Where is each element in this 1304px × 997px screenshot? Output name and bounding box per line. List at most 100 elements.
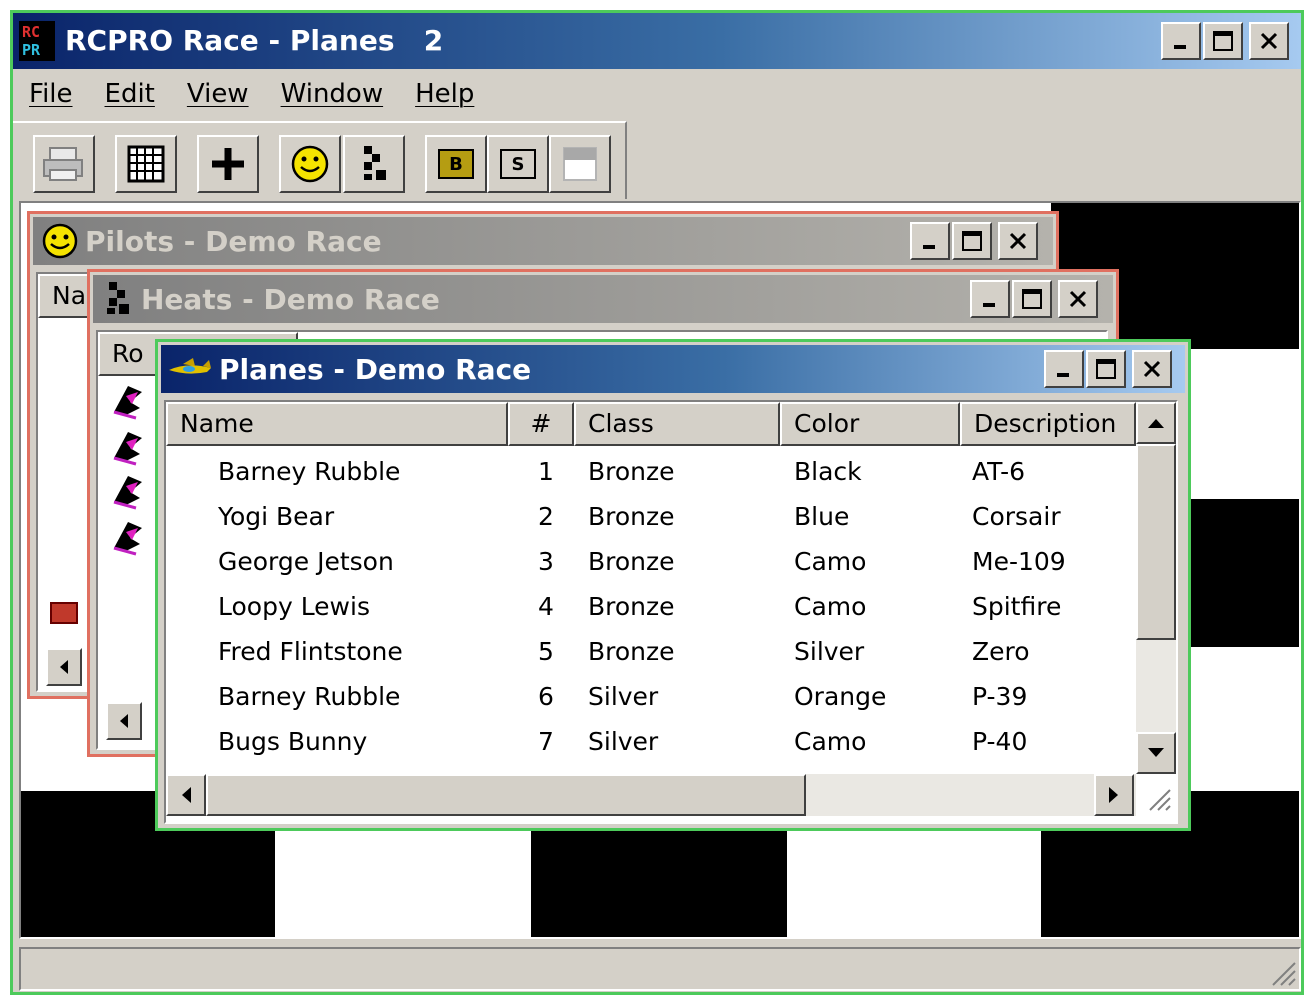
print-icon [43,147,83,181]
table-row[interactable]: Yogi Bear 2 Bronze Blue Corsair [166,497,1132,542]
cell-class: Bronze [588,592,675,621]
pilots-scroll-left-button[interactable] [46,648,82,686]
pilots-maximize-button[interactable] [952,222,992,260]
cell-color: Orange [794,682,887,711]
column-header-class[interactable]: Class [574,402,780,446]
maximize-button[interactable] [1203,22,1243,60]
scroll-up-button[interactable] [1136,402,1176,444]
menu-edit[interactable]: Edit [105,79,155,109]
arrow-down-icon [1148,748,1164,757]
horizontal-scrollbar[interactable] [166,774,1136,816]
column-header-name[interactable]: Name [166,402,508,446]
close-button[interactable] [1249,22,1289,60]
cell-name: Barney Rubble [218,682,401,711]
pilots-button[interactable] [279,135,341,193]
column-header-description[interactable]: Description [960,402,1136,446]
cell-description: Corsair [972,502,1061,531]
main-title-bar[interactable]: RC PR RCPRO Race - Planes 2 [13,13,1301,69]
heats-scroll-left-button[interactable] [106,702,142,740]
planes-list[interactable]: Name # Class Color Description Barney Ru… [164,400,1178,824]
menu-window[interactable]: Window [281,79,384,109]
minimize-icon [1174,45,1186,49]
app-logo-bottom: PR [22,41,41,59]
cell-description: Spitfire [972,592,1062,621]
add-button[interactable] [197,135,259,193]
grid-icon [127,145,165,183]
maximize-icon [1022,289,1042,309]
cell-color: Camo [794,727,867,756]
cell-class: Silver [588,727,659,756]
cell-description: Me-109 [972,547,1066,576]
cell-color: Black [794,457,862,486]
window-icon [563,147,597,181]
cell-color: Camo [794,592,867,621]
cell-number: 5 [538,637,554,666]
menu-view[interactable]: View [187,79,249,109]
planes-title-bar[interactable]: Planes - Demo Race [161,345,1185,393]
pilots-caption-buttons [910,222,1038,260]
grid-button[interactable] [115,135,177,193]
scroll-down-button[interactable] [1136,732,1176,774]
mdi-client-area: Pilots - Demo Race Na Heats - Demo Race [19,201,1301,939]
pilots-minimize-button[interactable] [910,222,950,260]
plane-icon [169,358,211,374]
planes-maximize-button[interactable] [1086,350,1126,388]
s-button[interactable]: S [487,135,549,193]
close-icon [1143,360,1161,378]
heat-flag-icon [113,522,142,556]
planes-window[interactable]: Planes - Demo Race Name # Class Color De… [155,339,1191,831]
menu-bar: File Edit View Window Help [13,71,1301,117]
heats-minimize-button[interactable] [970,280,1010,318]
window-button[interactable] [549,135,611,193]
heats-title-bar[interactable]: Heats - Demo Race [93,275,1113,323]
status-bar [19,947,1301,991]
cell-class: Bronze [588,637,675,666]
cell-name: Fred Flintstone [218,637,403,666]
table-row[interactable]: George Jetson 3 Bronze Camo Me-109 [166,542,1132,587]
menu-help[interactable]: Help [415,79,474,109]
heats-checker-icon [364,146,386,180]
print-button[interactable] [33,135,95,193]
table-row[interactable]: Barney Rubble 6 Silver Orange P-39 [166,677,1132,722]
cell-class: Bronze [588,457,675,486]
planes-close-button[interactable] [1132,350,1172,388]
minimize-button[interactable] [1161,22,1201,60]
add-icon [212,148,244,180]
table-row[interactable]: Bugs Bunny 7 Silver Camo P-40 [166,722,1132,767]
vertical-scrollbar[interactable] [1136,402,1176,774]
close-icon [1069,290,1087,308]
pilots-title-bar[interactable]: Pilots - Demo Race [33,217,1053,265]
toolbar: B S [13,121,627,199]
table-row[interactable]: Fred Flintstone 5 Bronze Silver Zero [166,632,1132,677]
column-header-number[interactable]: # [508,402,574,446]
arrow-left-icon [120,714,128,728]
scroll-right-button[interactable] [1094,774,1134,816]
resize-grip-icon [1149,789,1171,811]
cell-class: Silver [588,682,659,711]
heats-button[interactable] [343,135,405,193]
s-label: S [511,153,525,175]
cell-name: George Jetson [218,547,394,576]
maximize-icon [1213,31,1233,51]
pilots-close-button[interactable] [998,222,1038,260]
planes-minimize-button[interactable] [1044,350,1084,388]
table-row[interactable]: Loopy Lewis 4 Bronze Camo Spitfire [166,587,1132,632]
vertical-scroll-thumb[interactable] [1136,444,1176,640]
cell-name: Loopy Lewis [218,592,370,621]
heats-close-button[interactable] [1058,280,1098,318]
horizontal-scroll-thumb[interactable] [206,774,806,816]
arrow-left-icon [60,660,68,674]
table-row[interactable]: Barney Rubble 1 Bronze Black AT-6 [166,452,1132,497]
scroll-left-button[interactable] [166,774,206,816]
app-logo-icon[interactable]: RC PR [19,21,55,61]
heats-maximize-button[interactable] [1012,280,1052,318]
heat-flag-icon [113,476,142,510]
menu-file[interactable]: File [29,79,73,109]
column-header-color[interactable]: Color [780,402,960,446]
pilots-smiley-icon [42,223,78,259]
b-button[interactable]: B [425,135,487,193]
transmitter-icon [50,602,78,624]
maximize-icon [1096,359,1116,379]
close-icon [1009,232,1027,250]
cell-number: 2 [538,502,554,531]
